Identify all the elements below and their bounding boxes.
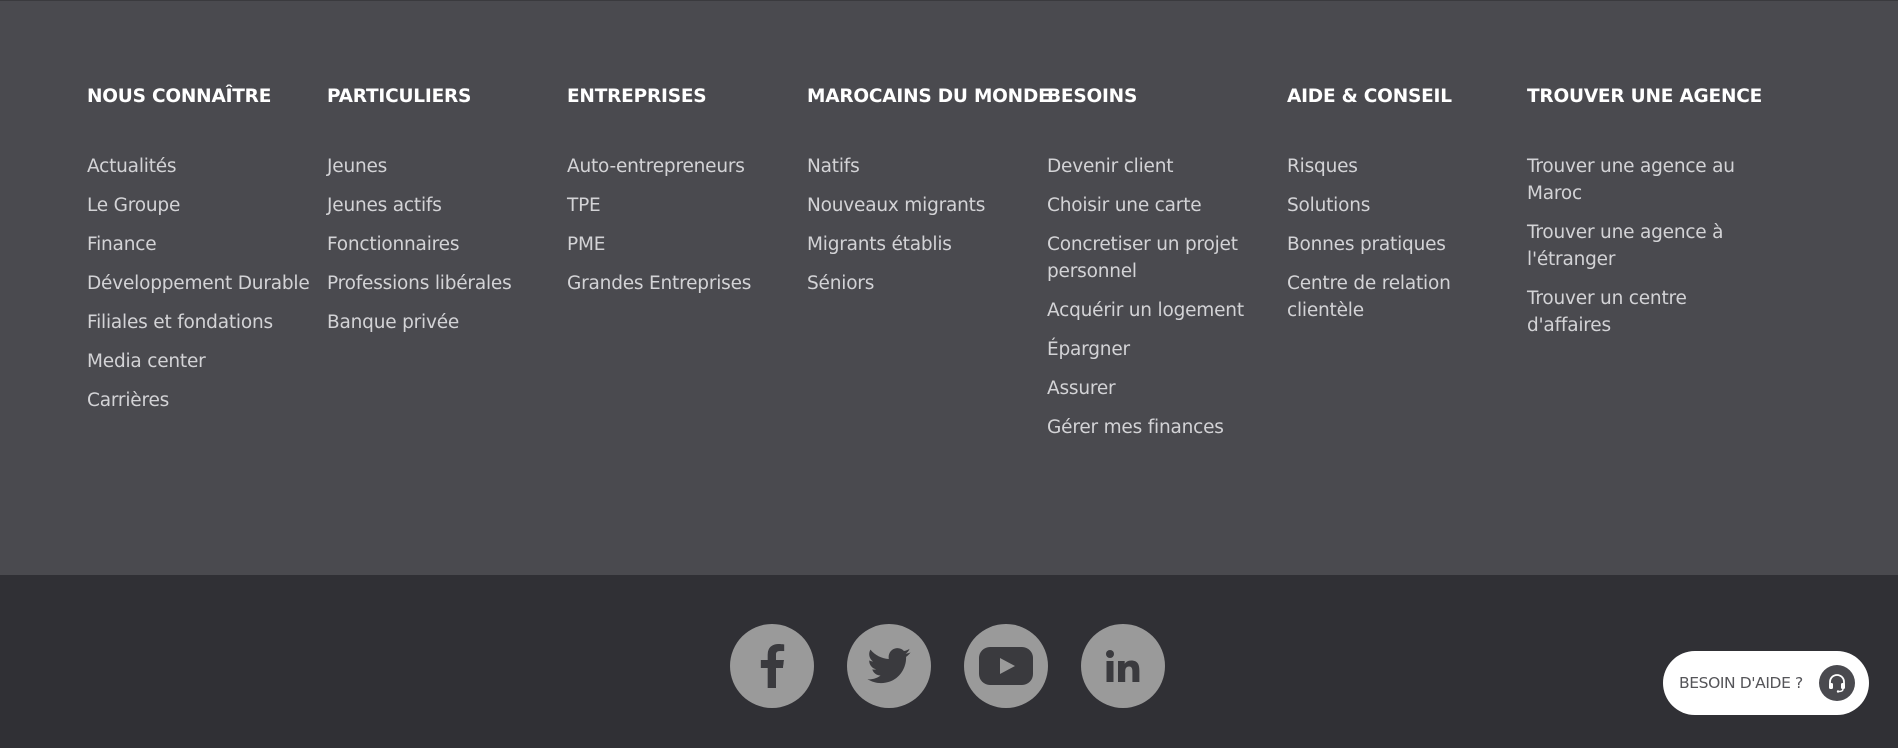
help-button[interactable]: BESOIN D'AIDE ? — [1663, 651, 1869, 715]
column-links: Auto-entrepreneurs TPE PME Grandes Entre… — [567, 153, 807, 297]
footer-link-centre-relation-clientele[interactable]: Centre de relation clientèle — [1287, 270, 1527, 324]
column-links: Jeunes Jeunes actifs Fonctionnaires Prof… — [327, 153, 567, 336]
footer-link-le-groupe[interactable]: Le Groupe — [87, 192, 327, 219]
footer-link-grandes-entreprises[interactable]: Grandes Entreprises — [567, 270, 807, 297]
footer-link-devenir-client[interactable]: Devenir client — [1047, 153, 1287, 180]
column-title: ENTREPRISES — [567, 86, 707, 107]
footer-link-seniors[interactable]: Séniors — [807, 270, 1047, 297]
footer-link-solutions[interactable]: Solutions — [1287, 192, 1527, 219]
help-button-label: BESOIN D'AIDE ? — [1679, 674, 1803, 692]
social-links — [730, 624, 1198, 708]
column-trouver-agence: TROUVER UNE AGENCE Trouver une agence au… — [1527, 85, 1767, 453]
column-links: Actualités Le Groupe Finance Développeme… — [87, 153, 327, 414]
footer-link-risques[interactable]: Risques — [1287, 153, 1527, 180]
column-links: Natifs Nouveaux migrants Migrants établi… — [807, 153, 1047, 297]
column-title: PARTICULIERS — [327, 86, 472, 107]
column-links: Devenir client Choisir une carte Concret… — [1047, 153, 1287, 441]
linkedin-button[interactable] — [1081, 624, 1165, 708]
footer-link-finance[interactable]: Finance — [87, 231, 327, 258]
footer-link-fonctionnaires[interactable]: Fonctionnaires — [327, 231, 567, 258]
footer-link-gerer-finances[interactable]: Gérer mes finances — [1047, 414, 1287, 441]
column-title: TROUVER UNE AGENCE — [1527, 86, 1763, 107]
column-marocains-du-monde: MAROCAINS DU MONDE Natifs Nouveaux migra… — [807, 85, 1051, 453]
footer-link-projet-personnel[interactable]: Concretiser un projet personnel — [1047, 231, 1287, 285]
column-title: NOUS CONNAÎTRE — [87, 86, 272, 107]
footer-link-pme[interactable]: PME — [567, 231, 807, 258]
footer-link-natifs[interactable]: Natifs — [807, 153, 1047, 180]
footer-link-jeunes[interactable]: Jeunes — [327, 153, 567, 180]
footer-links-section: NOUS CONNAÎTRE Actualités Le Groupe Fina… — [0, 0, 1898, 575]
facebook-icon — [760, 644, 785, 688]
footer-link-agence-etranger[interactable]: Trouver une agence à l'étranger — [1527, 219, 1767, 273]
column-nous-connaitre: NOUS CONNAÎTRE Actualités Le Groupe Fina… — [87, 85, 327, 453]
headset-icon — [1819, 665, 1855, 701]
footer-link-epargner[interactable]: Épargner — [1047, 336, 1287, 363]
youtube-icon — [979, 647, 1033, 685]
column-title: MAROCAINS DU MONDE — [807, 86, 1051, 107]
footer-columns: NOUS CONNAÎTRE Actualités Le Groupe Fina… — [87, 85, 1767, 453]
footer-link-nouveaux-migrants[interactable]: Nouveaux migrants — [807, 192, 1047, 219]
twitter-icon — [867, 648, 911, 684]
footer-link-agence-maroc[interactable]: Trouver une agence au Maroc — [1527, 153, 1767, 207]
footer-link-jeunes-actifs[interactable]: Jeunes actifs — [327, 192, 567, 219]
footer-link-centre-affaires[interactable]: Trouver un centre d'affaires — [1527, 285, 1767, 339]
facebook-button[interactable] — [730, 624, 814, 708]
footer-link-assurer[interactable]: Assurer — [1047, 375, 1287, 402]
column-links: Risques Solutions Bonnes pratiques Centr… — [1287, 153, 1527, 324]
footer-social-section: BESOIN D'AIDE ? — [0, 575, 1898, 748]
column-particuliers: PARTICULIERS Jeunes Jeunes actifs Foncti… — [327, 85, 567, 453]
footer-link-acquerir-logement[interactable]: Acquérir un logement — [1047, 297, 1287, 324]
footer-link-developpement-durable[interactable]: Développement Durable — [87, 270, 327, 297]
footer-link-choisir-carte[interactable]: Choisir une carte — [1047, 192, 1287, 219]
footer-link-filiales-fondations[interactable]: Filiales et fondations — [87, 309, 327, 336]
footer-link-carrieres[interactable]: Carrières — [87, 387, 327, 414]
youtube-button[interactable] — [964, 624, 1048, 708]
footer-link-bonnes-pratiques[interactable]: Bonnes pratiques — [1287, 231, 1527, 258]
footer-link-banque-privee[interactable]: Banque privée — [327, 309, 567, 336]
footer-link-auto-entrepreneurs[interactable]: Auto-entrepreneurs — [567, 153, 807, 180]
footer-link-migrants-etablis[interactable]: Migrants établis — [807, 231, 1047, 258]
column-links: Trouver une agence au Maroc Trouver une … — [1527, 153, 1767, 339]
footer-link-actualites[interactable]: Actualités — [87, 153, 327, 180]
column-title: AIDE & CONSEIL — [1287, 86, 1452, 107]
linkedin-icon — [1106, 650, 1140, 682]
footer-link-tpe[interactable]: TPE — [567, 192, 807, 219]
footer-link-media-center[interactable]: Media center — [87, 348, 327, 375]
column-title: BESOINS — [1047, 86, 1138, 107]
footer-link-professions-liberales[interactable]: Professions libérales — [327, 270, 567, 297]
column-besoins: BESOINS Devenir client Choisir une carte… — [1047, 85, 1287, 453]
twitter-button[interactable] — [847, 624, 931, 708]
column-aide-conseil: AIDE & CONSEIL Risques Solutions Bonnes … — [1287, 85, 1527, 453]
column-entreprises: ENTREPRISES Auto-entrepreneurs TPE PME G… — [567, 85, 807, 453]
